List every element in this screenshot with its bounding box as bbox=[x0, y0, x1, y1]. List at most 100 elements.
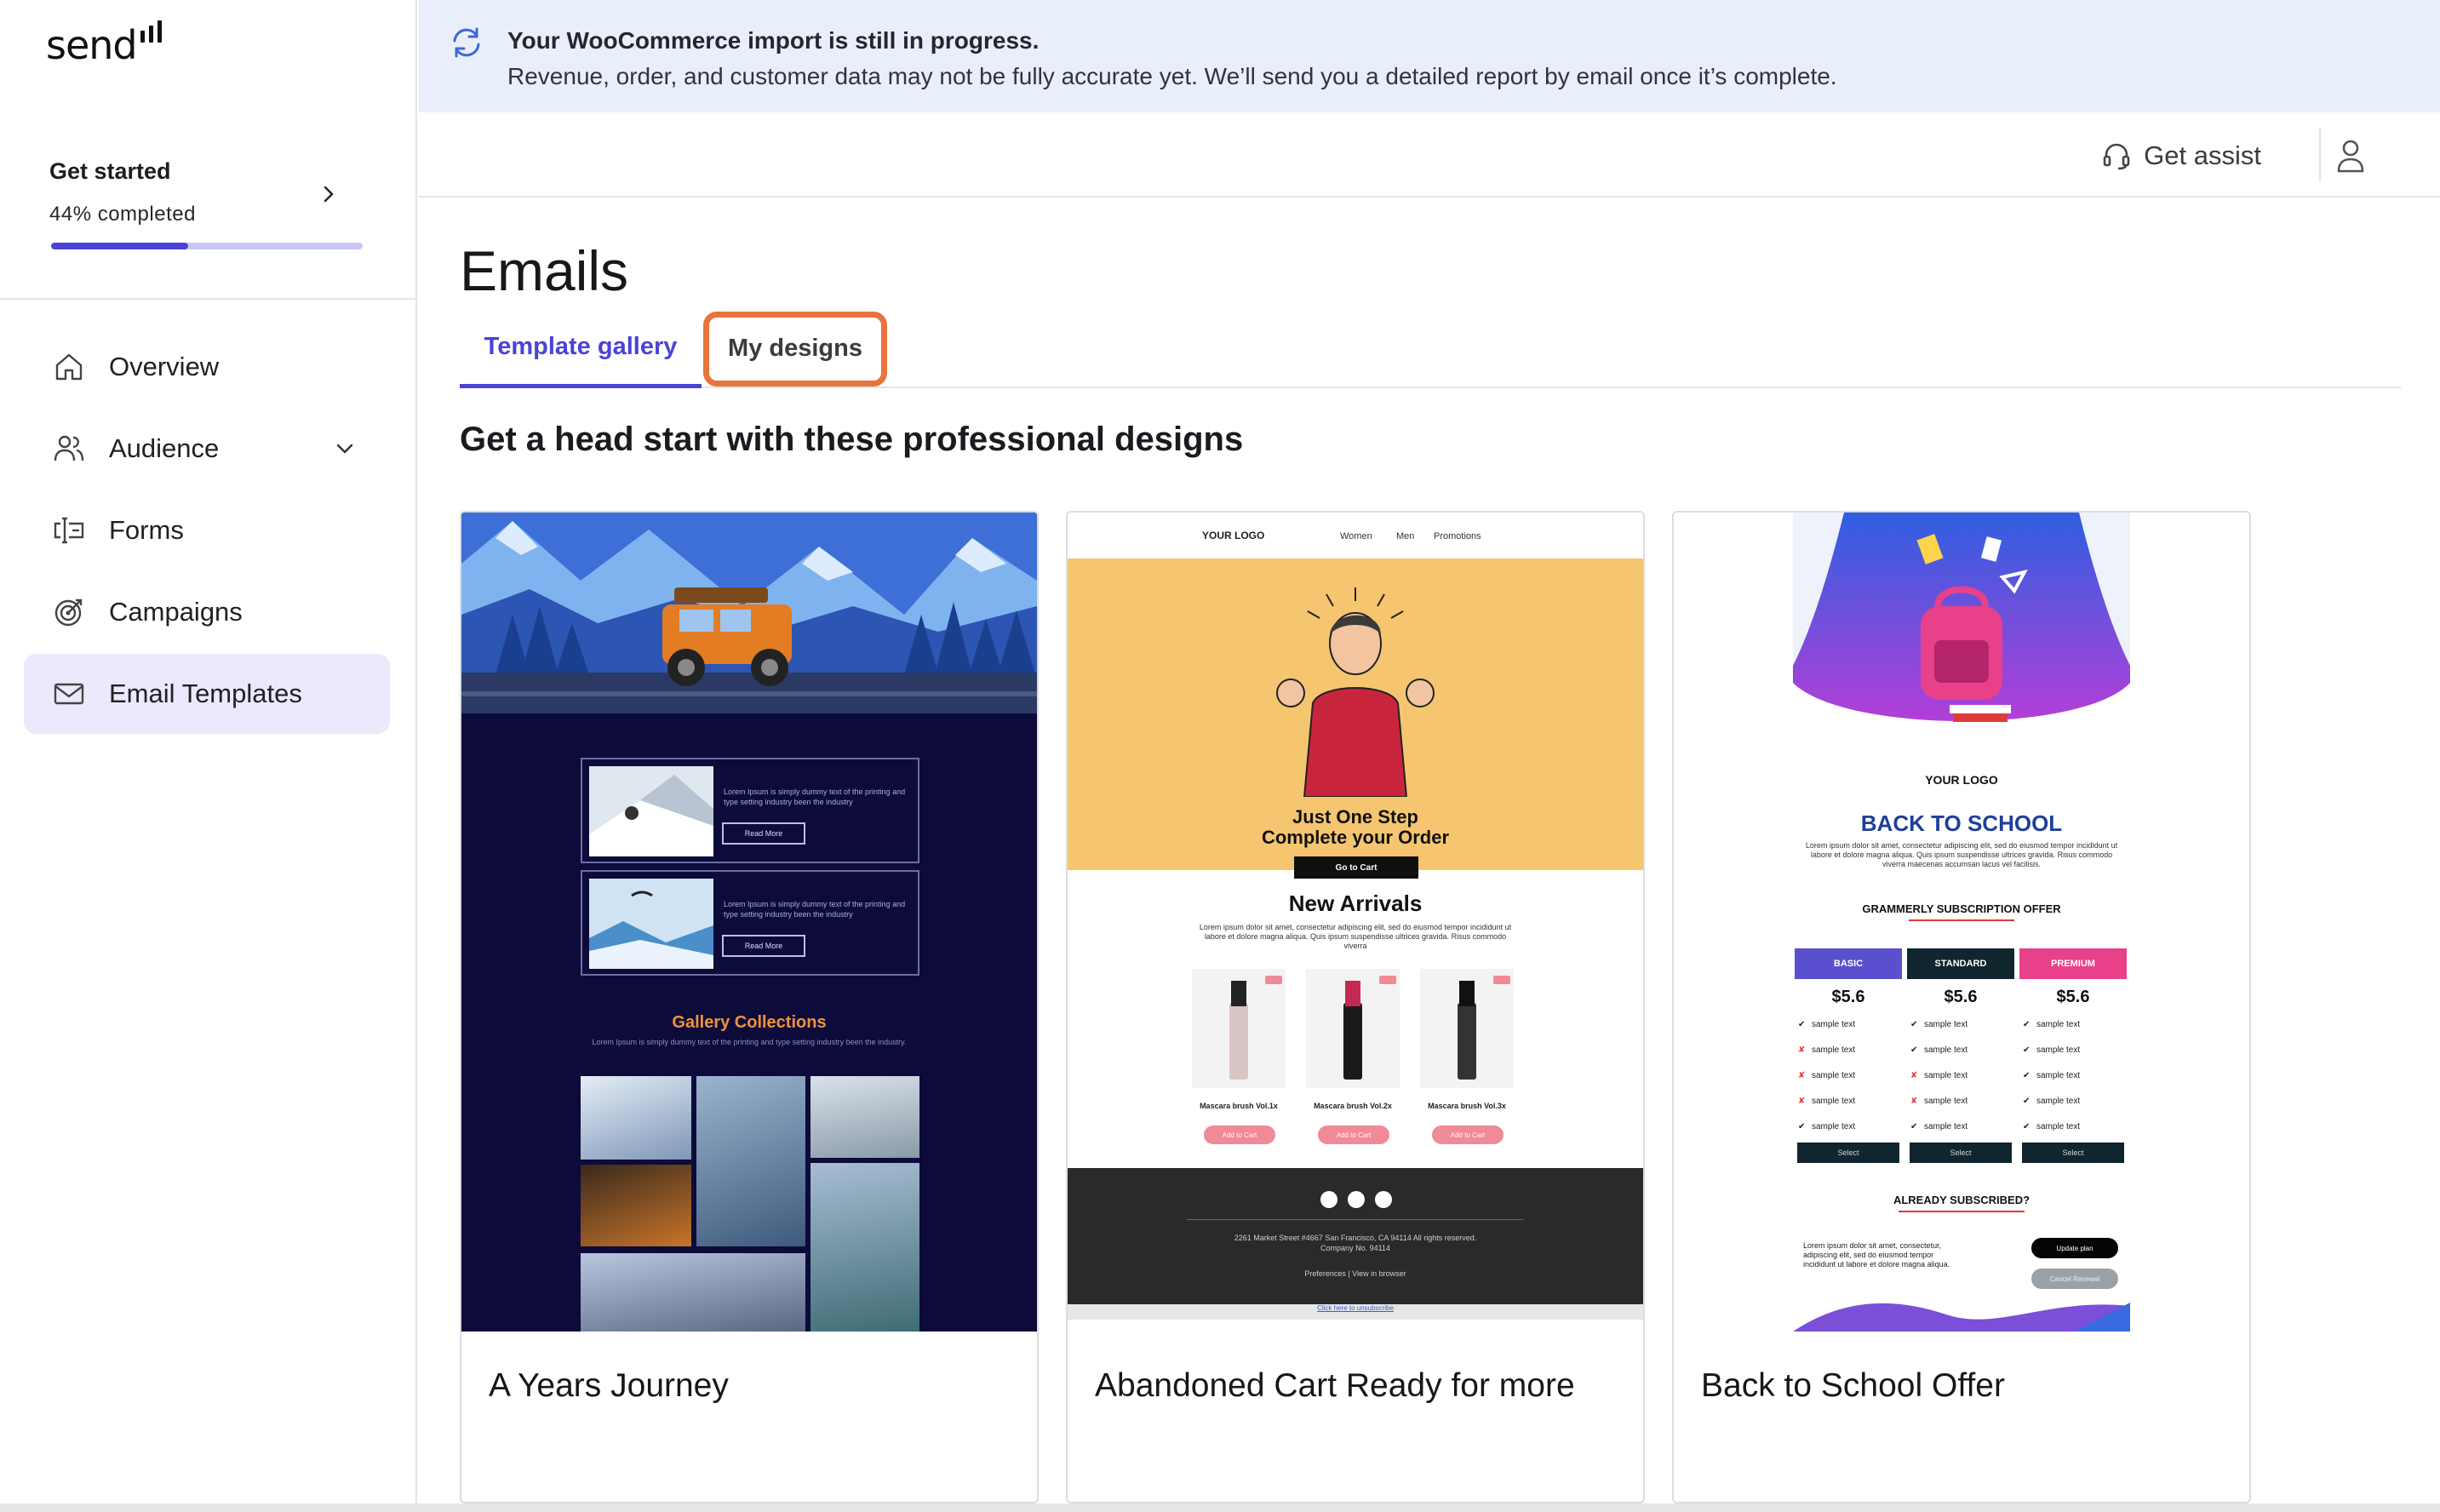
sidebar-nav: Overview Audience Forms Campaigns Email … bbox=[24, 327, 390, 736]
gallery-subtitle: Lorem Ipsum is simply dummy text of the … bbox=[592, 1038, 907, 1046]
banner-text: Revenue, order, and customer data may no… bbox=[507, 63, 1837, 89]
email-logo: YOUR LOGO bbox=[1202, 530, 1265, 541]
send-logo[interactable]: send bbox=[46, 20, 162, 68]
cross-icon: ✘ bbox=[1910, 1071, 1918, 1080]
product-name: Mascara brush Vol.3x bbox=[1428, 1102, 1506, 1110]
sidebar-item-audience[interactable]: Audience bbox=[24, 409, 390, 489]
go-to-cart-button: Go to Cart bbox=[1294, 856, 1418, 879]
sidebar-item-label: Overview bbox=[109, 352, 220, 381]
gallery-title: Gallery Collections bbox=[672, 1013, 827, 1032]
tab-highlight-outline bbox=[703, 312, 887, 387]
plan-basic: BASIC bbox=[1795, 948, 1902, 979]
plan-feature-text: sample text bbox=[2036, 1097, 2081, 1106]
template-card-a-years-journey[interactable]: Lorem Ipsum is simply dummy text of the … bbox=[460, 511, 1039, 1503]
plan-feature-text: sample text bbox=[1812, 1071, 1856, 1080]
sidebar-item-overview[interactable]: Overview bbox=[24, 327, 390, 407]
chevron-right-icon[interactable] bbox=[318, 184, 339, 204]
template-card-abandoned-cart[interactable]: YOUR LOGO Women Men Promotions Just One … bbox=[1066, 511, 1645, 1503]
wave-decoration bbox=[1793, 1303, 2130, 1332]
email-hero: Just One Step Complete your Order Go to … bbox=[1068, 558, 1643, 879]
cancel-renewal-button: Cancel Renewal bbox=[2031, 1269, 2118, 1289]
cross-icon: ✘ bbox=[1798, 1097, 1806, 1106]
mountain-road-illustration bbox=[461, 513, 1037, 713]
plan-standard: STANDARD bbox=[1907, 948, 2014, 979]
bottom-scroll-strip bbox=[0, 1503, 2440, 1512]
journey-email-preview: Lorem Ipsum is simply dummy text of the … bbox=[461, 513, 1037, 1332]
offer-underline bbox=[1909, 919, 2014, 921]
tab-my-designs[interactable]: My designs bbox=[703, 310, 887, 387]
already-subscribed-text: Lorem ipsum dolor sit amet, consectetur,… bbox=[1803, 1241, 1950, 1269]
gallery-photo bbox=[581, 1253, 805, 1332]
plan-price: $5.6 bbox=[1831, 988, 1865, 1006]
product-image bbox=[1420, 969, 1514, 1088]
banner-title: Your WooCommerce import is still in prog… bbox=[507, 27, 1040, 54]
import-progress-banner: Your WooCommerce import is still in prog… bbox=[419, 0, 2440, 112]
product-image bbox=[1306, 969, 1400, 1088]
sidebar-item-label: Campaigns bbox=[109, 597, 243, 627]
check-icon: ✔ bbox=[2023, 1045, 2030, 1055]
sync-icon bbox=[453, 27, 480, 58]
social-icons bbox=[1320, 1191, 1392, 1208]
check-icon: ✔ bbox=[1798, 1020, 1806, 1029]
update-plan-button: Update plan bbox=[2031, 1238, 2118, 1258]
plan-feature-row: ✘ sample text bbox=[1798, 1097, 1905, 1106]
backpack-illustration bbox=[1793, 513, 2130, 722]
user-menu-button[interactable] bbox=[2331, 135, 2370, 177]
template-preview: YOUR LOGO BACK TO SCHOOL Lorem ipsum dol… bbox=[1674, 513, 2249, 1332]
plan-feature-row: ✘ sample text bbox=[1798, 1071, 1905, 1080]
select-plan-button: Select bbox=[2022, 1143, 2124, 1163]
select-plan-button: Select bbox=[1910, 1143, 2012, 1163]
tabs: Template gallery My designs bbox=[460, 310, 2401, 388]
check-icon: ✔ bbox=[2023, 1071, 2030, 1080]
plan-feature-row: ✔ sample text bbox=[2023, 1045, 2130, 1055]
users-icon bbox=[51, 431, 87, 467]
home-icon bbox=[51, 349, 87, 385]
footer-divider bbox=[1187, 1219, 1524, 1220]
plan-feature-row: ✔ sample text bbox=[1910, 1122, 2018, 1131]
product-name: Mascara brush Vol.2x bbox=[1314, 1102, 1392, 1110]
get-assist-button[interactable]: Get assist bbox=[2101, 135, 2261, 177]
progress-fill bbox=[51, 243, 189, 249]
email-footer: 2261 Market Street #4667 San Francisco, … bbox=[1068, 1168, 1643, 1304]
gallery-photo bbox=[581, 1076, 691, 1160]
plan-price: $5.6 bbox=[2056, 988, 2090, 1006]
gallery-photo bbox=[696, 1076, 805, 1246]
already-underline bbox=[1899, 1211, 2025, 1212]
sidebar-divider bbox=[0, 298, 417, 300]
plan-feature-row: ✔ sample text bbox=[2023, 1020, 2130, 1029]
logo-text: send bbox=[46, 22, 138, 68]
unsubscribe-link: Click here to unsubscribe bbox=[1068, 1304, 1643, 1320]
topbar-divider bbox=[2319, 128, 2321, 182]
abandoned-cart-email-preview: YOUR LOGO Women Men Promotions Just One … bbox=[1068, 513, 1643, 1332]
email-header: YOUR LOGO Women Men Promotions bbox=[1068, 513, 1643, 558]
template-preview: Lorem Ipsum is simply dummy text of the … bbox=[461, 513, 1037, 1332]
plan-feature-row: ✔ sample text bbox=[1798, 1122, 1905, 1131]
hero-headline: Just One Step Complete your Order bbox=[1068, 807, 1643, 848]
back-to-school-email-preview: YOUR LOGO BACK TO SCHOOL Lorem ipsum dol… bbox=[1674, 513, 2249, 1332]
check-icon: ✔ bbox=[1910, 1045, 1918, 1055]
sidebar-item-email-templates[interactable]: Email Templates bbox=[24, 654, 390, 734]
plan-feature-row: ✔ sample text bbox=[1910, 1045, 2018, 1055]
plan-feature-text: sample text bbox=[2036, 1122, 2081, 1131]
back-to-school-text: Lorem ipsum dolor sit amet, consectetur … bbox=[1805, 841, 2118, 868]
top-bar: Get assist bbox=[419, 112, 2440, 198]
email-nav-link: Men bbox=[1396, 531, 1415, 541]
tab-template-gallery[interactable]: Template gallery bbox=[460, 310, 702, 388]
plan-feature-text: sample text bbox=[2036, 1020, 2081, 1029]
check-icon: ✔ bbox=[2023, 1020, 2030, 1029]
hero-line: Complete your Order bbox=[1261, 827, 1450, 848]
email-nav-link: Women bbox=[1340, 531, 1372, 541]
template-card-back-to-school[interactable]: YOUR LOGO BACK TO SCHOOL Lorem ipsum dol… bbox=[1672, 511, 2251, 1503]
plan-feature-text: sample text bbox=[1924, 1020, 1968, 1029]
sidebar-item-forms[interactable]: Forms bbox=[24, 490, 390, 570]
headset-icon bbox=[2103, 143, 2130, 170]
plan-feature-row: ✔ sample text bbox=[2023, 1097, 2130, 1106]
cross-icon: ✘ bbox=[1798, 1071, 1806, 1080]
get-started-progress-bar bbox=[51, 243, 363, 249]
new-arrivals-text: Lorem ipsum dolor sit amet, consectetur … bbox=[1199, 923, 1512, 950]
sidebar-item-campaigns[interactable]: Campaigns bbox=[24, 572, 390, 652]
get-started-widget[interactable]: Get started 44% completed bbox=[49, 158, 364, 252]
chevron-down-icon[interactable] bbox=[334, 438, 356, 460]
page-title: Emails bbox=[460, 239, 629, 302]
new-arrivals-heading: New Arrivals bbox=[1288, 891, 1423, 916]
